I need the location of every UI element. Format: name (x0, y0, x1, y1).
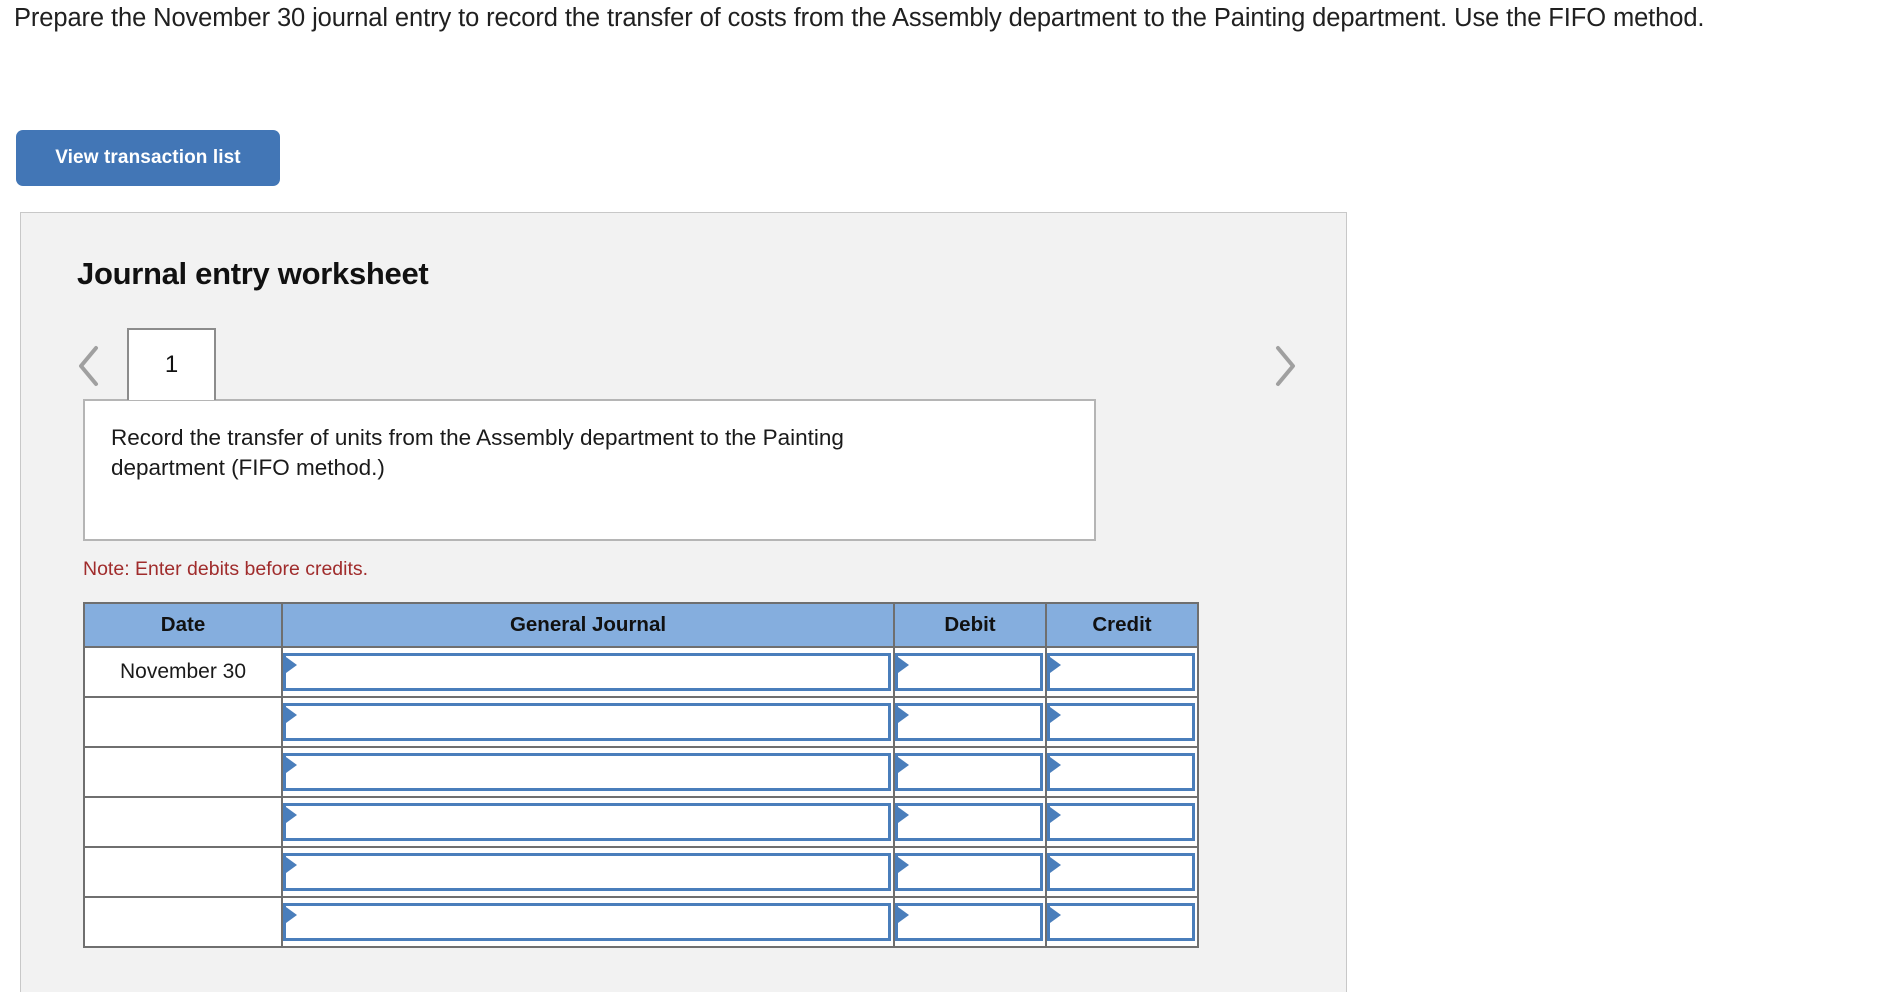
column-header-debit: Debit (893, 602, 1047, 648)
credit-input[interactable] (1047, 853, 1195, 891)
general-journal-cell[interactable] (282, 896, 895, 948)
debit-input[interactable] (895, 753, 1043, 791)
credit-input[interactable] (1047, 753, 1195, 791)
credit-cell[interactable] (1046, 746, 1199, 798)
credit-input[interactable] (1047, 803, 1195, 841)
page-title: Journal entry worksheet (77, 256, 429, 291)
debit-cell[interactable] (894, 746, 1047, 798)
account-dropdown[interactable] (283, 653, 891, 691)
view-transaction-list-button[interactable]: View transaction list (16, 130, 280, 186)
table-row (83, 846, 1199, 898)
general-journal-cell[interactable] (282, 796, 895, 848)
account-dropdown[interactable] (283, 903, 891, 941)
credit-cell[interactable] (1046, 696, 1199, 748)
previous-entry-button[interactable] (69, 340, 109, 392)
table-row (83, 796, 1199, 848)
table-row: November 30 (83, 646, 1199, 698)
question-prompt: Prepare the November 30 journal entry to… (14, 4, 1705, 32)
table-header-row: Date General Journal Debit Credit (83, 602, 1199, 648)
debit-input[interactable] (895, 853, 1043, 891)
column-header-general-journal: General Journal (281, 602, 895, 648)
date-cell[interactable] (83, 746, 283, 798)
debit-input[interactable] (895, 703, 1043, 741)
journal-entry-table-body: November 30 (83, 646, 1199, 948)
date-cell[interactable]: November 30 (83, 646, 283, 698)
worksheet-tab-1[interactable]: 1 (127, 328, 216, 400)
debit-input[interactable] (895, 803, 1043, 841)
table-row (83, 746, 1199, 798)
table-row (83, 896, 1199, 948)
debit-cell[interactable] (894, 896, 1047, 948)
credit-input[interactable] (1047, 703, 1195, 741)
account-dropdown[interactable] (283, 753, 891, 791)
credit-cell[interactable] (1046, 896, 1199, 948)
date-cell[interactable] (83, 896, 283, 948)
next-entry-button[interactable] (1265, 340, 1305, 392)
debit-cell[interactable] (894, 846, 1047, 898)
credit-cell[interactable] (1046, 646, 1199, 698)
credit-cell[interactable] (1046, 796, 1199, 848)
column-header-credit: Credit (1045, 602, 1199, 648)
table-row (83, 696, 1199, 748)
general-journal-cell[interactable] (282, 696, 895, 748)
credit-input[interactable] (1047, 903, 1195, 941)
entry-description-box: Record the transfer of units from the As… (83, 399, 1096, 541)
date-cell[interactable] (83, 796, 283, 848)
credit-input[interactable] (1047, 653, 1195, 691)
debit-cell[interactable] (894, 796, 1047, 848)
credit-cell[interactable] (1046, 846, 1199, 898)
debit-cell[interactable] (894, 646, 1047, 698)
column-header-date: Date (83, 602, 283, 648)
general-journal-cell[interactable] (282, 646, 895, 698)
debit-cell[interactable] (894, 696, 1047, 748)
debit-input[interactable] (895, 903, 1043, 941)
account-dropdown[interactable] (283, 803, 891, 841)
entry-description-text: Record the transfer of units from the As… (111, 425, 844, 481)
chevron-right-icon (1272, 344, 1298, 388)
account-dropdown[interactable] (283, 703, 891, 741)
debits-before-credits-note: Note: Enter debits before credits. (83, 558, 369, 580)
date-cell[interactable] (83, 846, 283, 898)
journal-entry-worksheet-panel: Journal entry worksheet 1 Record the tra… (20, 212, 1347, 992)
date-cell[interactable] (83, 696, 283, 748)
debit-input[interactable] (895, 653, 1043, 691)
general-journal-cell[interactable] (282, 746, 895, 798)
worksheet-tab-label: 1 (164, 351, 179, 378)
journal-entry-table: Date General Journal Debit Credit Novemb… (83, 602, 1199, 948)
account-dropdown[interactable] (283, 853, 891, 891)
general-journal-cell[interactable] (282, 846, 895, 898)
chevron-left-icon (76, 344, 102, 388)
